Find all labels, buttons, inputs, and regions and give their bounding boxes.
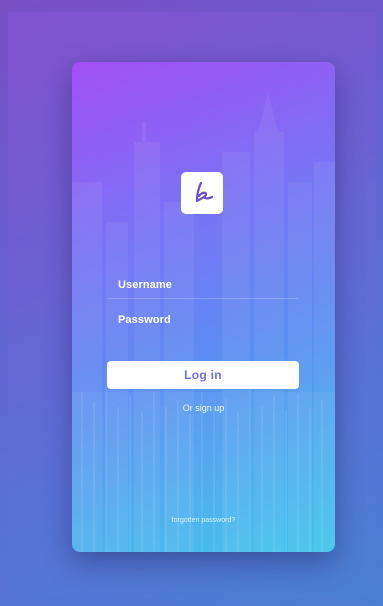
password-placeholder: Password: [118, 314, 171, 326]
login-card: Username Password Log in Or sign up forg…: [72, 62, 335, 552]
username-placeholder: Username: [118, 278, 172, 291]
forgot-password-link[interactable]: forgotten password?: [72, 517, 335, 524]
signature-b-icon: [195, 181, 214, 203]
login-button[interactable]: Log in: [107, 361, 299, 389]
signup-link[interactable]: Or sign up: [72, 403, 335, 413]
username-field[interactable]: Username: [108, 271, 298, 299]
login-button-label: Log in: [184, 368, 222, 382]
password-field[interactable]: Password: [108, 306, 298, 334]
app-logo: [181, 172, 223, 214]
